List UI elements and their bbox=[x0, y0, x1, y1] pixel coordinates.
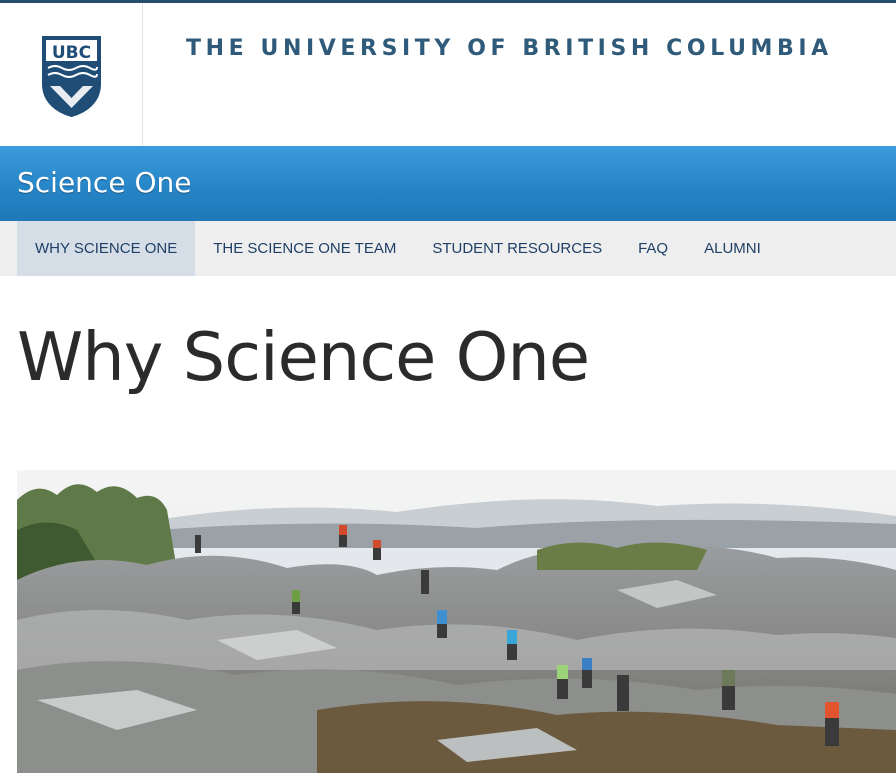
ubc-brand-bar: UBC THE UNIVERSITY OF BRITISH COLUMBIA bbox=[0, 3, 896, 146]
page-title: Why Science One bbox=[17, 318, 590, 396]
ubc-crest-logo[interactable]: UBC bbox=[40, 34, 103, 118]
site-title-link[interactable]: Science One bbox=[17, 166, 191, 199]
main-nav: WHY SCIENCE ONE THE SCIENCE ONE TEAM STU… bbox=[0, 221, 896, 276]
hero-image bbox=[17, 470, 896, 773]
crest-logo-text: UBC bbox=[52, 43, 91, 63]
nav-item-science-one-team[interactable]: THE SCIENCE ONE TEAM bbox=[195, 221, 414, 276]
nav-items: WHY SCIENCE ONE THE SCIENCE ONE TEAM STU… bbox=[17, 221, 779, 276]
nav-item-faq[interactable]: FAQ bbox=[620, 221, 686, 276]
nav-item-why-science-one[interactable]: WHY SCIENCE ONE bbox=[17, 221, 196, 276]
site-header-bar: Science One bbox=[0, 146, 896, 221]
field-trip-photo-icon bbox=[17, 470, 896, 773]
crest-icon: UBC bbox=[42, 36, 101, 118]
nav-item-alumni[interactable]: ALUMNI bbox=[686, 221, 779, 276]
crest-cell: UBC bbox=[0, 3, 143, 146]
nav-item-student-resources[interactable]: STUDENT RESOURCES bbox=[414, 221, 620, 276]
university-wordmark[interactable]: THE UNIVERSITY OF BRITISH COLUMBIA bbox=[186, 36, 876, 61]
